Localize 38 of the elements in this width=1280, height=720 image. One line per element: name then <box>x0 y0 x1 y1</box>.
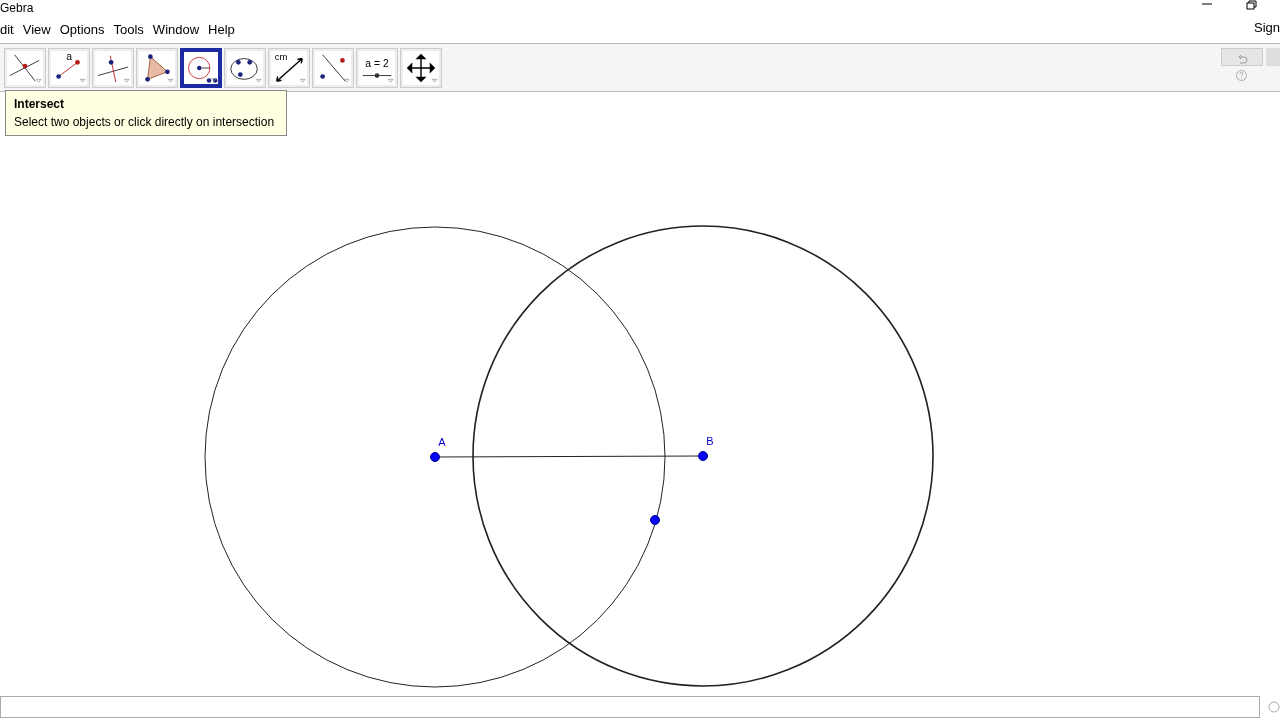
perpendicular-icon <box>97 55 129 83</box>
icon-label: cm <box>274 51 288 63</box>
dropdown-icon[interactable] <box>211 78 217 82</box>
tool-button[interactable]: cm <box>268 48 310 88</box>
window-title: Gebra <box>0 1 34 15</box>
segment-icon <box>56 59 80 79</box>
triangle-icon <box>145 54 170 82</box>
move-icon <box>407 54 435 82</box>
sign-in-link[interactable]: Sign <box>1253 18 1280 38</box>
tooltip-text: Select two objects or click directly on intersection <box>14 114 276 131</box>
slider-icon <box>362 73 392 78</box>
point[interactable] <box>698 451 708 461</box>
restore-icon[interactable] <box>1246 0 1258 10</box>
point-label: B <box>706 435 714 447</box>
reflect-icon <box>320 54 346 82</box>
menu-item[interactable]: Tools <box>113 20 144 43</box>
minimize-icon[interactable] <box>1201 0 1213 8</box>
menu-item[interactable]: Window <box>152 20 200 43</box>
tool-button[interactable]: a = 2 <box>356 48 398 88</box>
menu-item[interactable]: Options <box>59 20 105 43</box>
menu-item[interactable]: dit <box>0 20 14 43</box>
circle-icon <box>188 56 218 83</box>
point[interactable] <box>650 515 660 525</box>
tool-button[interactable] <box>180 48 222 88</box>
help-icon[interactable] <box>1236 70 1247 81</box>
tooltip-title: Intersect <box>14 96 66 113</box>
measure-icon <box>276 57 303 82</box>
input-field[interactable] <box>0 696 1260 718</box>
undo-icon <box>1236 54 1248 65</box>
ellipse-icon <box>230 58 258 80</box>
intersect-icon <box>9 54 40 82</box>
menu-item[interactable]: View <box>22 20 51 43</box>
point-label: A <box>438 436 446 448</box>
tool-button[interactable]: a <box>48 48 90 88</box>
menu-item[interactable]: Help <box>208 20 235 43</box>
icon-label: a <box>66 51 72 63</box>
point[interactable] <box>430 452 440 462</box>
icon-label: a = 2 <box>365 58 389 70</box>
